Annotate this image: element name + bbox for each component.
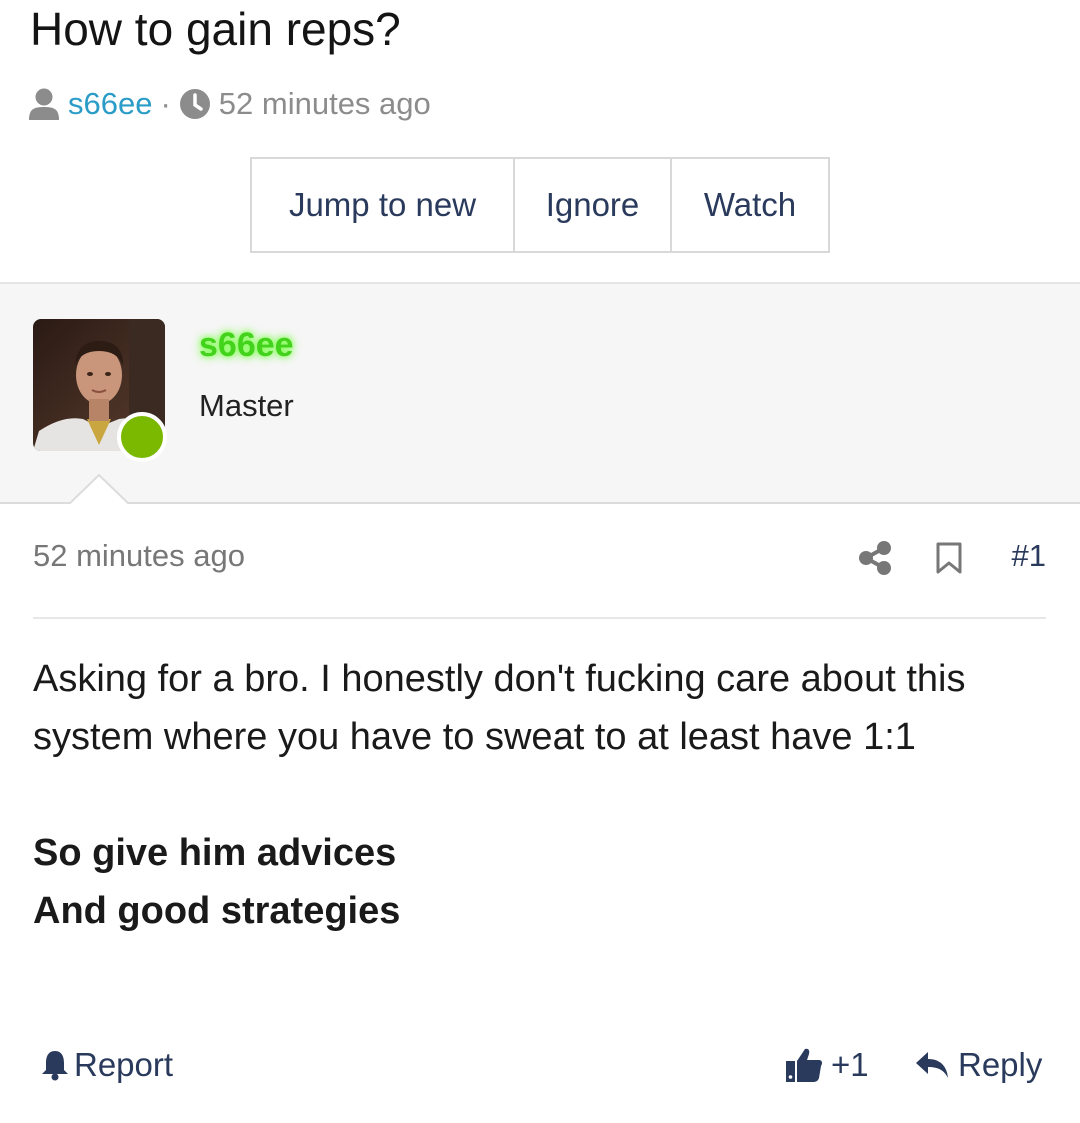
share-icon[interactable] bbox=[858, 540, 892, 576]
thread-author-link[interactable]: s66ee bbox=[68, 86, 152, 122]
online-status-indicator bbox=[117, 412, 167, 462]
like-button[interactable]: +1 bbox=[785, 1046, 869, 1084]
user-block-arrow bbox=[68, 474, 130, 506]
post-body: Asking for a bro. I honestly don't fucki… bbox=[33, 650, 1046, 940]
post-bold-line-1: So give him advices bbox=[33, 832, 397, 874]
report-label: Report bbox=[74, 1046, 174, 1083]
post-username[interactable]: s66ee bbox=[199, 326, 294, 365]
bell-icon bbox=[42, 1051, 68, 1081]
post-divider bbox=[33, 617, 1046, 619]
thread-action-buttons: Jump to new Ignore Watch bbox=[250, 157, 830, 253]
ignore-button[interactable]: Ignore bbox=[515, 159, 672, 251]
user-title: Master bbox=[199, 388, 294, 423]
clock-icon bbox=[179, 89, 210, 119]
bookmark-icon[interactable] bbox=[936, 542, 962, 574]
thread-meta: s66ee · 52 minutes ago bbox=[28, 84, 431, 124]
reply-icon bbox=[916, 1052, 948, 1078]
user-icon bbox=[29, 88, 59, 120]
post-text: Asking for a bro. I honestly don't fucki… bbox=[33, 658, 966, 758]
thread-title: How to gain reps? bbox=[30, 3, 401, 55]
thumbs-up-icon bbox=[786, 1048, 823, 1082]
meta-separator: · bbox=[160, 86, 171, 121]
post-header: 52 minutes ago #1 bbox=[33, 530, 1046, 590]
post-user-block: s66ee Master bbox=[0, 282, 1080, 504]
report-button[interactable]: Report bbox=[40, 1046, 173, 1084]
reply-button[interactable]: Reply bbox=[914, 1046, 1042, 1084]
post-bold-line-2: And good strategies bbox=[33, 890, 401, 932]
watch-button[interactable]: Watch bbox=[672, 159, 828, 251]
post-date[interactable]: 52 minutes ago bbox=[33, 538, 245, 574]
reply-label: Reply bbox=[958, 1046, 1043, 1083]
post-footer: Report +1 Reply bbox=[0, 1040, 1080, 1096]
jump-to-new-button[interactable]: Jump to new bbox=[252, 159, 515, 251]
like-count: +1 bbox=[831, 1046, 869, 1083]
thread-time: 52 minutes ago bbox=[218, 86, 431, 121]
post-number-link[interactable]: #1 bbox=[1012, 538, 1046, 574]
